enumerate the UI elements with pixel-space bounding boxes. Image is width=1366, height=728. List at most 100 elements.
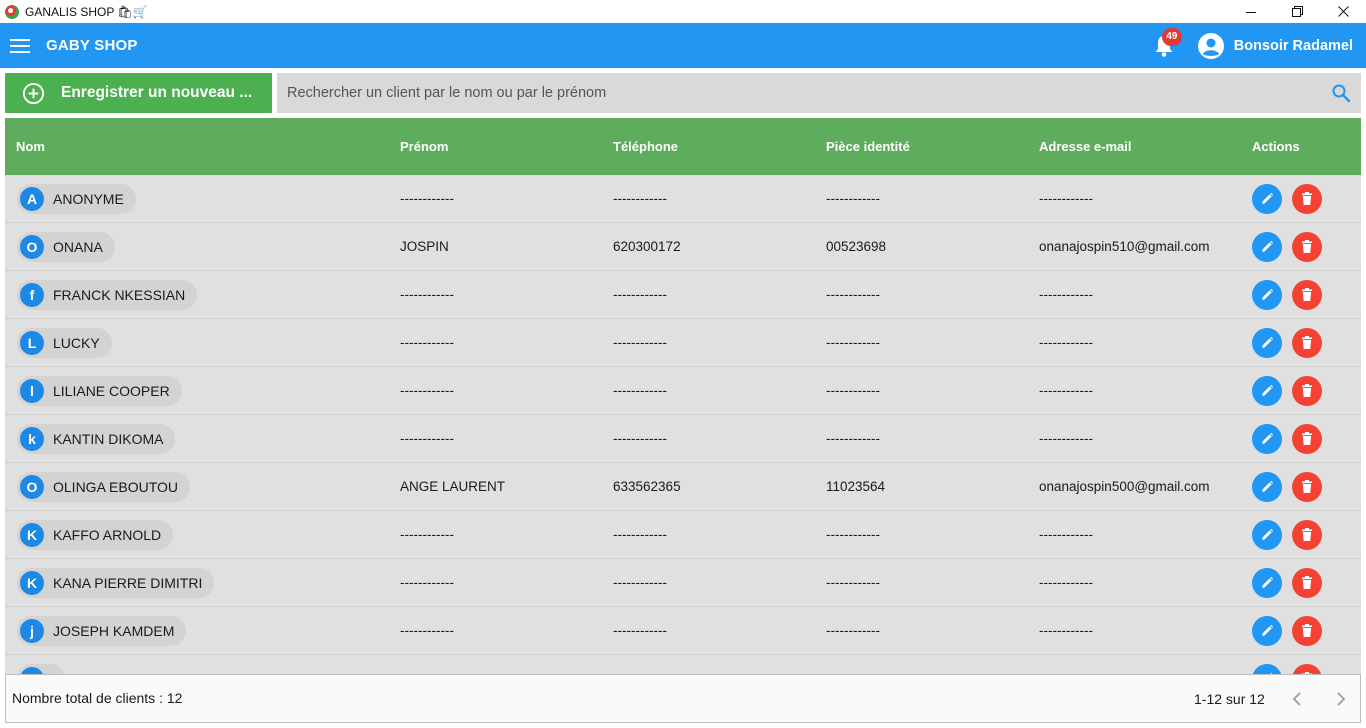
delete-client-button[interactable] — [1292, 231, 1322, 262]
delete-client-button[interactable] — [1292, 567, 1322, 598]
client-name-chip[interactable]: A ANONYME — [17, 183, 136, 214]
client-name-chip[interactable]: L LUCKY — [17, 327, 112, 358]
cell-telephone: ------------ — [613, 287, 667, 302]
search-input[interactable] — [277, 73, 1297, 113]
hamburger-menu-icon — [10, 38, 30, 53]
pencil-icon — [1262, 432, 1274, 444]
cell-actions — [1252, 655, 1322, 674]
delete-client-button[interactable] — [1292, 519, 1322, 550]
header-telephone[interactable]: Téléphone — [613, 139, 678, 154]
trash-icon — [1302, 623, 1312, 637]
edit-client-button[interactable] — [1252, 615, 1282, 646]
table-row[interactable]: l LILIANE COOPER ------------ ------------ -… — [5, 367, 1361, 415]
delete-client-button[interactable] — [1292, 615, 1322, 646]
header-piece-identite[interactable]: Pièce identité — [826, 139, 910, 154]
cell-telephone: 633562365 — [613, 479, 681, 494]
cell-actions — [1252, 463, 1322, 510]
cell-actions — [1252, 511, 1322, 558]
delete-client-button[interactable] — [1292, 423, 1322, 454]
edit-client-button[interactable] — [1252, 183, 1282, 214]
cell-email: onanajospin510@gmail.com — [1039, 239, 1210, 254]
edit-client-button[interactable] — [1252, 471, 1282, 502]
trash-icon — [1302, 383, 1312, 397]
table-body: A ANONYME ------------ ------------ --------… — [5, 175, 1361, 674]
avatar: k — [20, 426, 44, 451]
next-page-button[interactable] — [1330, 688, 1352, 710]
header-email[interactable]: Adresse e-mail — [1039, 139, 1132, 154]
previous-page-button[interactable] — [1286, 688, 1308, 710]
client-name-chip[interactable]: K KAFFO ARNOLD — [17, 519, 174, 550]
header-prenom[interactable]: Prénom — [400, 139, 448, 154]
avatar: K — [20, 522, 44, 547]
account-icon — [1197, 32, 1224, 59]
user-menu[interactable]: Bonsoir Radamel — [1197, 32, 1353, 59]
cell-nom: L LUCKY — [17, 319, 112, 366]
edit-client-button[interactable] — [1252, 375, 1282, 406]
client-name-chip[interactable]: O OLINGA EBOUTOU — [17, 471, 190, 502]
client-name: OLINGA EBOUTOU — [53, 478, 178, 495]
table-row[interactable]: j JOSEPH KAMDEM ------------ ------------ --… — [5, 607, 1361, 655]
table-row[interactable]: f FRANCK NKESSIAN ------------ ------------… — [5, 271, 1361, 319]
new-client-label: Enregistrer un nouveau ... — [61, 84, 253, 101]
edit-client-button[interactable] — [1252, 279, 1282, 310]
edit-client-button[interactable] — [1252, 519, 1282, 550]
edit-client-button[interactable] — [1252, 423, 1282, 454]
table-row[interactable]: L LUCKY ------------ ------------ ----------… — [5, 319, 1361, 367]
header-nom[interactable]: Nom — [16, 139, 45, 154]
table-row[interactable] — [5, 655, 1361, 674]
avatar: O — [20, 474, 44, 499]
header-actions: Actions — [1252, 139, 1300, 154]
table-row[interactable]: k KANTIN DIKOMA ------------ ------------ --… — [5, 415, 1361, 463]
table-row[interactable]: A ANONYME ------------ ------------ --------… — [5, 175, 1361, 223]
cell-prenom: JOSPIN — [400, 239, 449, 254]
client-name: KAFFO ARNOLD — [53, 526, 162, 543]
edit-client-button[interactable] — [1252, 567, 1282, 598]
trash-icon — [1302, 191, 1312, 205]
cell-telephone: ------------ — [613, 335, 667, 350]
cell-email: ------------ — [1039, 383, 1093, 398]
edit-client-button[interactable] — [1252, 231, 1282, 262]
new-client-button[interactable]: Enregistrer un nouveau ... — [5, 73, 272, 113]
avatar: j — [20, 618, 44, 643]
avatar: l — [20, 378, 44, 403]
cell-actions — [1252, 271, 1322, 318]
client-name: KANA PIERRE DIMITRI — [53, 574, 203, 591]
notifications-button[interactable]: 49 — [1150, 27, 1182, 60]
edit-client-button[interactable] — [1252, 663, 1282, 674]
edit-client-button[interactable] — [1252, 327, 1282, 358]
cell-prenom: ------------ — [400, 623, 454, 638]
avatar — [20, 666, 44, 674]
client-name-chip[interactable]: l LILIANE COOPER — [17, 375, 182, 406]
table-row[interactable]: O OLINGA EBOUTOU ANGE LAURENT 633562365 1102… — [5, 463, 1361, 511]
cell-piece-identite: 00523698 — [826, 239, 887, 254]
cell-email: ------------ — [1039, 287, 1093, 302]
close-button[interactable] — [1320, 0, 1366, 23]
maximize-button[interactable] — [1274, 0, 1320, 23]
avatar: L — [20, 330, 44, 355]
cell-piece-identite: ------------ — [826, 527, 880, 542]
cell-nom: O OLINGA EBOUTOU — [17, 463, 190, 510]
client-name-chip[interactable]: j JOSEPH KAMDEM — [17, 615, 187, 646]
search-icon[interactable] — [1331, 83, 1351, 103]
client-name-chip[interactable]: f FRANCK NKESSIAN — [17, 279, 198, 310]
cell-piece-identite: ------------ — [826, 287, 880, 302]
delete-client-button[interactable] — [1292, 279, 1322, 310]
delete-client-button[interactable] — [1292, 327, 1322, 358]
delete-client-button[interactable] — [1292, 471, 1322, 502]
table-row[interactable]: K KAFFO ARNOLD ------------ ------------ ---… — [5, 511, 1361, 559]
table-row[interactable]: O ONANA JOSPIN 620300172 00523698 onanajospi… — [5, 223, 1361, 271]
client-name-chip[interactable] — [17, 663, 65, 674]
client-name-chip[interactable]: O ONANA — [17, 231, 115, 262]
window-title: GANALIS SHOP 🛍🛒 — [25, 4, 148, 19]
client-name-chip[interactable]: K KANA PIERRE DIMITRI — [17, 567, 215, 598]
table-row[interactable]: K KANA PIERRE DIMITRI ------------ --------… — [5, 559, 1361, 607]
menu-button[interactable] — [0, 23, 40, 68]
window-controls — [1228, 0, 1366, 23]
search-bar — [277, 73, 1361, 113]
client-name-chip[interactable]: k KANTIN DIKOMA — [17, 423, 176, 454]
cell-telephone: ------------ — [613, 383, 667, 398]
delete-client-button[interactable] — [1292, 183, 1322, 214]
minimize-button[interactable] — [1228, 0, 1274, 23]
delete-client-button[interactable] — [1292, 375, 1322, 406]
delete-client-button[interactable] — [1292, 663, 1322, 674]
